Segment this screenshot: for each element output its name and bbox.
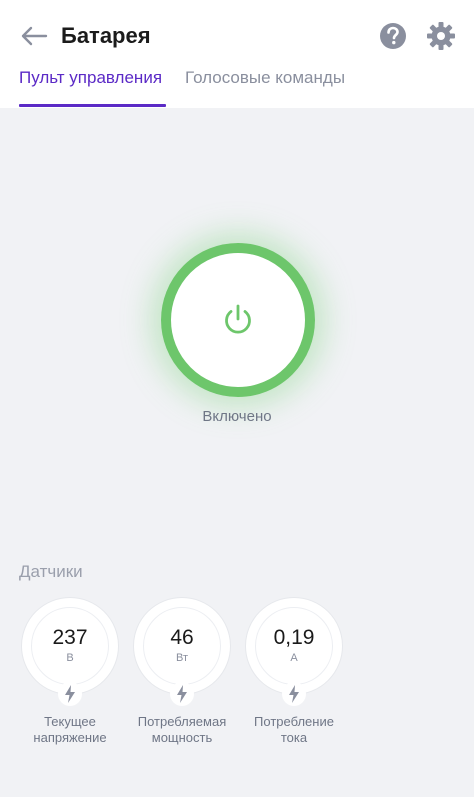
- tab-voice-commands[interactable]: Голосовые команды: [185, 66, 345, 90]
- sensor-value: 237: [52, 626, 88, 649]
- page-title: Батарея: [61, 23, 151, 48]
- arrow-left-icon: [21, 26, 48, 46]
- help-button[interactable]: [378, 21, 408, 51]
- sensor-label: Потребление тока: [230, 714, 358, 746]
- sensor-value: 46: [170, 626, 194, 649]
- app-header: Батарея Пульт управления Голосовые коман…: [0, 0, 474, 108]
- sensor-label-line: Потребление: [254, 714, 334, 729]
- question-circle-icon: [380, 23, 406, 49]
- sensor-current[interactable]: 0,19 А Потребление тока: [236, 596, 350, 756]
- sensor-unit: В: [66, 652, 74, 664]
- bolt-icon: [282, 682, 306, 706]
- bolt-icon: [58, 682, 82, 706]
- sensor-voltage[interactable]: 237 В Текущее напряжение: [12, 596, 126, 756]
- sensor-label-line: Текущее: [44, 714, 96, 729]
- power-toggle-button[interactable]: [161, 243, 315, 397]
- tab-control-panel[interactable]: Пульт управления: [19, 66, 162, 90]
- power-icon: [225, 304, 251, 334]
- sensor-label-line: тока: [280, 730, 308, 745]
- sensor-label-line: мощность: [151, 730, 213, 745]
- active-tab-indicator: [19, 104, 166, 107]
- sensors-section-title: Датчики: [19, 562, 83, 581]
- sensor-label: Потребляемая мощность: [118, 714, 246, 746]
- back-button[interactable]: [18, 20, 50, 52]
- sensor-unit: Вт: [175, 652, 188, 664]
- sensor-value: 0,19: [273, 626, 315, 649]
- gear-icon: [427, 22, 455, 50]
- sensor-label-line: Потребляемая: [137, 714, 227, 729]
- sensor-label-line: напряжение: [33, 730, 107, 745]
- bolt-icon: [170, 682, 194, 706]
- sensor-label: Текущее напряжение: [6, 714, 134, 746]
- sensor-power[interactable]: 46 Вт Потребляемая мощность: [124, 596, 238, 756]
- settings-button[interactable]: [425, 20, 457, 52]
- sensor-unit: А: [290, 652, 298, 664]
- power-status-label: Включено: [202, 408, 272, 425]
